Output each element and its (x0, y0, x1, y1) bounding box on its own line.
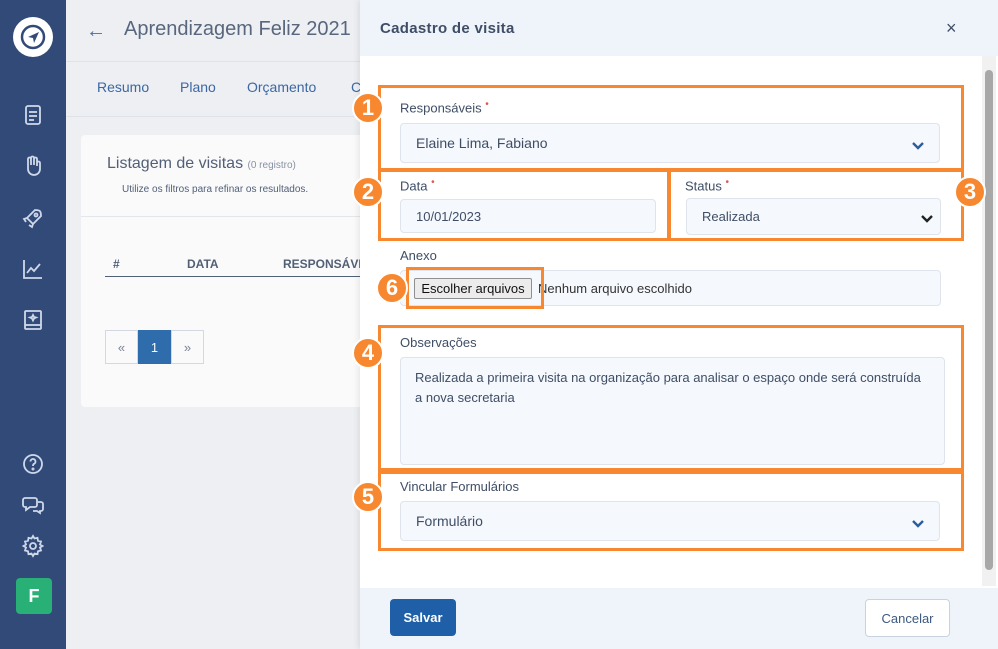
help-icon[interactable] (20, 451, 46, 477)
annotation-box-3 (668, 169, 964, 241)
scrollbar[interactable] (982, 56, 996, 586)
document-icon[interactable] (20, 102, 46, 128)
anexo-label: Anexo (400, 248, 437, 263)
close-icon[interactable]: × (946, 18, 957, 39)
logo-icon[interactable] (13, 17, 53, 57)
annotation-box-4 (378, 325, 964, 471)
rocket-icon[interactable] (20, 205, 46, 231)
annotation-badge-6: 6 (376, 272, 408, 304)
annotation-badge-4: 4 (352, 337, 384, 369)
chat-icon[interactable] (20, 492, 46, 518)
annotation-box-1 (378, 85, 964, 171)
annotation-badge-5: 5 (352, 481, 384, 513)
annotation-box-5 (378, 471, 964, 551)
annotation-badge-3: 3 (954, 176, 986, 208)
scrollbar-thumb[interactable] (985, 70, 993, 570)
modal-title: Cadastro de visita (380, 20, 515, 37)
gear-icon[interactable] (20, 533, 46, 559)
annotation-box-2 (378, 169, 670, 241)
annotation-badge-1: 1 (352, 92, 384, 124)
modal-footer: Salvar Cancelar (360, 588, 998, 649)
file-status-text: Nenhum arquivo escolhido (538, 281, 692, 296)
cancel-button[interactable]: Cancelar (865, 599, 950, 637)
save-button[interactable]: Salvar (390, 599, 456, 636)
annotation-box-6 (406, 267, 544, 309)
avatar[interactable]: F (16, 578, 52, 614)
hand-heart-icon[interactable] (20, 153, 46, 179)
annotation-badge-2: 2 (352, 176, 384, 208)
sidebar: F (0, 0, 66, 649)
chart-icon[interactable] (20, 256, 46, 282)
backdrop (66, 0, 360, 649)
modal-header: Cadastro de visita × (360, 0, 998, 56)
book-icon[interactable] (20, 307, 46, 333)
